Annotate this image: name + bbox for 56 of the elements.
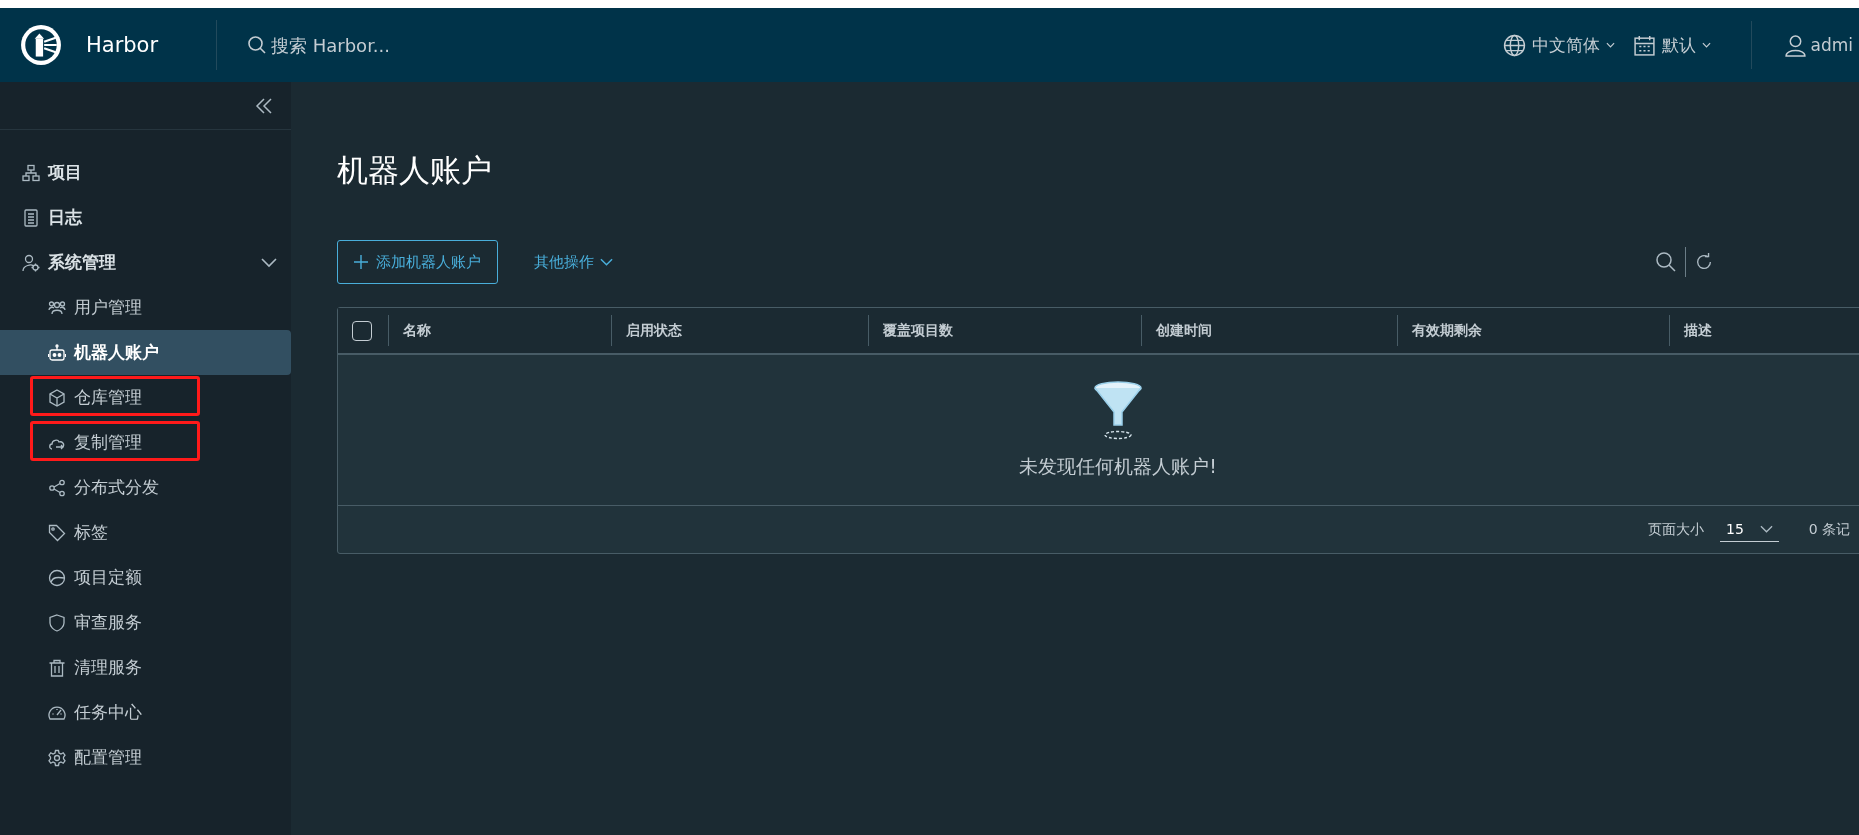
share-icon — [48, 478, 66, 497]
chevron-icon — [600, 257, 613, 267]
column-header[interactable]: 创建时间 — [1141, 315, 1397, 346]
shield-icon — [48, 613, 66, 632]
nav-item[interactable]: 复制管理 — [0, 420, 291, 465]
nav-item[interactable]: 用户管理 — [0, 285, 291, 330]
nav-item[interactable]: 配置管理 — [0, 735, 291, 780]
nav-item[interactable]: 清理服务 — [0, 645, 291, 690]
nav-item[interactable]: 机器人账户 — [0, 330, 291, 375]
nav-item[interactable]: 项目定额 — [0, 555, 291, 600]
empty-message: 未发现任何机器人账户! — [1019, 454, 1217, 479]
add-robot-button[interactable]: 添加机器人账户 — [337, 240, 498, 284]
search-icon — [247, 35, 267, 55]
column-header[interactable]: 描述 — [1669, 315, 1859, 346]
users-icon — [48, 298, 66, 317]
caret-icon — [1759, 524, 1773, 534]
lighthouse-logo-icon — [20, 24, 62, 66]
nav-item[interactable]: 日志 — [0, 195, 291, 240]
plus-icon — [354, 255, 368, 269]
gear-icon — [48, 748, 66, 767]
nav-item[interactable]: 审查服务 — [0, 600, 291, 645]
page-size-select[interactable]: 15 — [1720, 517, 1779, 542]
box-icon — [48, 388, 66, 407]
nav-item[interactable]: 项目 — [0, 150, 291, 195]
user-gear-icon — [22, 253, 40, 272]
total-count: 0 条记 — [1808, 520, 1851, 539]
language-dropdown[interactable]: 中文简体 — [1502, 33, 1615, 57]
column-header[interactable]: 名称 — [388, 315, 611, 346]
gauge-icon — [48, 568, 66, 587]
caret-icon — [1701, 42, 1711, 48]
nav-item[interactable]: 标签 — [0, 510, 291, 555]
robot-icon — [48, 343, 66, 362]
trash-icon — [48, 658, 66, 677]
user-menu[interactable]: admi — [1783, 33, 1853, 57]
globe-icon — [1502, 33, 1526, 57]
document-icon — [22, 208, 40, 227]
caret-icon — [1605, 42, 1615, 48]
column-header[interactable]: 有效期剩余 — [1397, 315, 1669, 346]
nav-item[interactable]: 任务中心 — [0, 690, 291, 735]
more-actions-dropdown[interactable]: 其他操作 — [528, 251, 619, 273]
calendar-icon — [1632, 33, 1656, 57]
hierarchy-icon — [22, 163, 40, 182]
select-all-checkbox[interactable] — [352, 320, 372, 341]
page-size-label: 页面大小 — [1648, 520, 1704, 539]
search-field[interactable]: 搜索 Harbor... — [269, 33, 573, 57]
nav-item[interactable]: 系统管理 — [0, 240, 291, 285]
empty-funnel-icon — [1093, 380, 1143, 440]
nav-item[interactable]: 分布式分发 — [0, 465, 291, 510]
page-title: 机器人账户 — [337, 151, 493, 190]
app-name: Harbor — [86, 33, 160, 57]
nav-item[interactable]: 仓库管理 — [0, 375, 291, 420]
column-header[interactable]: 启用状态 — [611, 315, 868, 346]
column-header[interactable]: 覆盖项目数 — [868, 315, 1141, 346]
tag-icon — [48, 523, 66, 542]
theme-dropdown[interactable]: 默认 — [1632, 33, 1711, 57]
user-icon — [1783, 33, 1807, 57]
